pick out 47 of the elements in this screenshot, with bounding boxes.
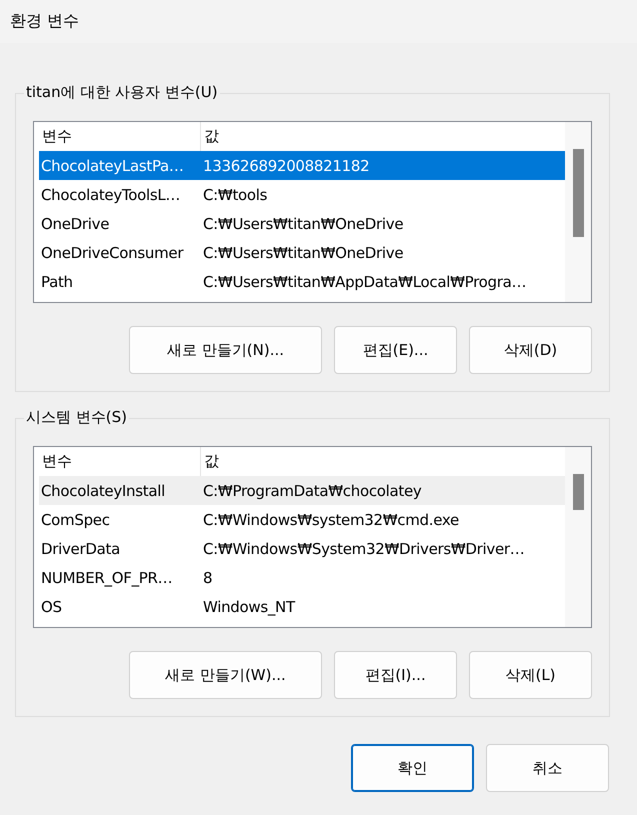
variable-name: OneDrive <box>40 214 110 232</box>
variable-value: Windows_NT <box>203 598 295 616</box>
list-row[interactable]: ComSpec C:₩Windows₩system32₩cmd.exe <box>39 505 565 534</box>
variable-name: OS <box>40 598 63 616</box>
new-button[interactable]: 새로 만들기(N)... <box>129 326 322 374</box>
list-row[interactable]: OneDrive C:₩Users₩titan₩OneDrive <box>39 209 565 238</box>
scrollbar-thumb[interactable] <box>573 149 584 237</box>
list-row[interactable]: Path C:₩Users₩titan₩AppData₩Local₩Progra… <box>39 267 565 296</box>
variable-name: ChocolateyInstall <box>40 482 166 500</box>
delete-button[interactable]: 삭제(L) <box>469 651 592 699</box>
variable-name: NUMBER_OF_PR… <box>40 568 174 586</box>
variable-value: C:₩ProgramData₩chocolatey <box>203 482 422 500</box>
variable-value: 133626892008821182 <box>203 156 370 174</box>
group-title: titan에 대한 사용자 변수(U) <box>24 83 220 102</box>
scrollbar[interactable] <box>565 122 591 302</box>
list-row[interactable]: ChocolateyInstall C:₩ProgramData₩chocolatey <box>39 476 565 505</box>
variable-name: ChocolateyToolsL… <box>40 186 182 204</box>
variable-name: Path <box>40 272 74 290</box>
delete-button[interactable]: 삭제(D) <box>469 326 592 374</box>
edit-button[interactable]: 편집(I)... <box>334 651 457 699</box>
list-row[interactable]: OneDriveConsumer C:₩Users₩titan₩OneDrive <box>39 238 565 267</box>
variable-name: OneDriveConsumer <box>40 244 184 262</box>
variable-value: C:₩Users₩titan₩AppData₩Local₩Progra… <box>203 272 526 290</box>
scrollbar[interactable] <box>565 447 591 627</box>
new-button[interactable]: 새로 만들기(W)... <box>129 651 322 699</box>
list-row[interactable]: ChocolateyToolsL… C:₩tools <box>39 180 565 209</box>
variable-value: C:₩Users₩titan₩OneDrive <box>203 214 404 232</box>
list-row[interactable]: DriverData C:₩Windows₩System32₩Drivers₩Driver… <box>39 534 565 563</box>
group-title: 시스템 변수(S) <box>24 408 129 427</box>
window-title: 환경 변수 <box>10 11 80 32</box>
edit-button[interactable]: 편집(E)... <box>334 326 457 374</box>
scrollbar-thumb[interactable] <box>573 474 584 510</box>
column-header[interactable]: 값 <box>201 122 219 151</box>
list-row[interactable]: ChocolateyLastPa… 133626892008821182 <box>39 151 565 180</box>
list-row[interactable]: OS Windows_NT <box>39 592 565 621</box>
list-row[interactable]: NUMBER_OF_PR… 8 <box>39 563 565 592</box>
variable-value: 8 <box>203 568 212 586</box>
variable-value: C:₩tools <box>203 186 268 204</box>
variable-value: C:₩Windows₩System32₩Drivers₩Driver… <box>203 540 524 558</box>
variable-name: ComSpec <box>40 510 111 528</box>
variable-value: C:₩Windows₩system32₩cmd.exe <box>203 510 459 528</box>
variable-value: C:₩Users₩titan₩OneDrive <box>203 244 404 262</box>
variable-name: DriverData <box>40 540 121 558</box>
ok-button[interactable]: 확인 <box>351 744 474 792</box>
variable-name: ChocolateyLastPa… <box>40 156 185 174</box>
column-header[interactable]: 값 <box>201 447 219 476</box>
cancel-button[interactable]: 취소 <box>486 744 609 792</box>
